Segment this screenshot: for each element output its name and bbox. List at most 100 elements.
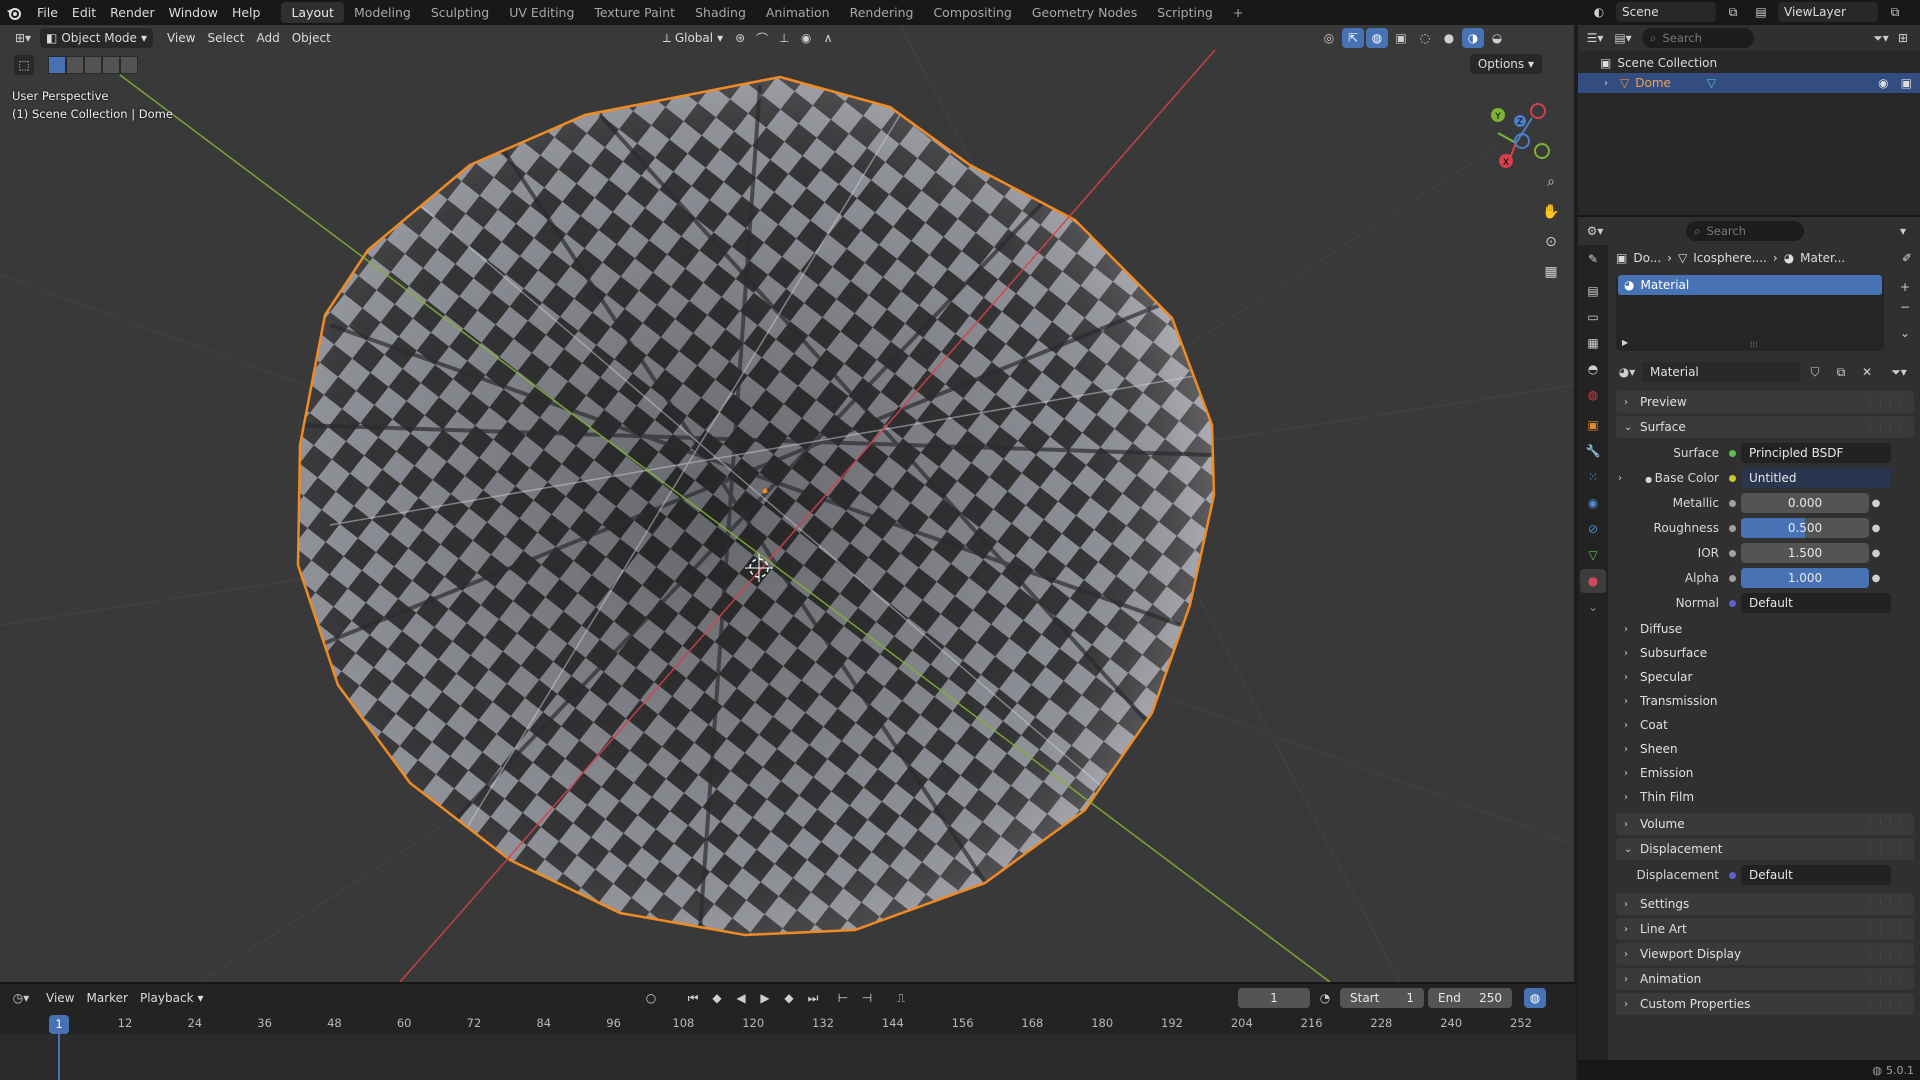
scene-tab-icon[interactable]: ◓ <box>1580 357 1606 381</box>
menu-object[interactable]: Object <box>286 28 337 48</box>
timeline-menu-playback[interactable]: Playback ▾ <box>134 988 210 1008</box>
world-tab-icon[interactable]: ◍ <box>1580 383 1606 407</box>
tab-scripting[interactable]: Scripting <box>1147 2 1223 23</box>
menu-render[interactable]: Render <box>103 0 162 25</box>
display-mode-icon[interactable]: ▤▾ <box>1612 28 1634 48</box>
new-view-layer-icon[interactable]: ⧉ <box>1884 2 1906 22</box>
base-color-field[interactable]: Untitled <box>1741 468 1891 488</box>
keyframe-dot-icon[interactable]: ● <box>1869 548 1883 559</box>
constraints-tab-icon[interactable]: ⊘ <box>1580 517 1606 541</box>
panel-surface[interactable]: ⌄ Surface ⋮⋮⋮⋮ <box>1616 416 1914 438</box>
tab-animation[interactable]: Animation <box>756 2 840 23</box>
timeline-editor[interactable]: ◷▾ View Marker Playback ▾ ○ ⏮ ◆ ◀ ▶ ◆ ⏭ ⊢… <box>0 982 1576 1080</box>
menu-help[interactable]: Help <box>225 0 268 25</box>
metallic-slider[interactable]: 0.000 <box>1741 493 1869 513</box>
clock-icon[interactable]: ◔ <box>1314 988 1336 1008</box>
keying-set-icon[interactable]: ⊣ <box>856 988 878 1008</box>
panel-animation[interactable]: › Animation ⋮⋮⋮⋮ <box>1616 968 1914 990</box>
select-subtract-icon[interactable] <box>84 56 102 74</box>
keying-icon[interactable]: ⊢ <box>832 988 854 1008</box>
proportional-edit-icon[interactable]: ◉ <box>795 28 817 48</box>
subpanel-diffuse[interactable]: › Diffuse <box>1620 619 1914 639</box>
falloff-icon[interactable]: ∧ <box>817 28 839 48</box>
panel-line-art[interactable]: › Line Art ⋮⋮⋮⋮ <box>1616 918 1914 940</box>
eye-icon[interactable]: ◉ <box>1878 76 1888 90</box>
surface-shader-field[interactable]: Principled BSDF <box>1741 443 1891 463</box>
keyframe-dot-icon[interactable]: ● <box>1869 573 1883 584</box>
expand-triangle-icon[interactable]: ▶ <box>1622 338 1628 347</box>
new-collection-icon[interactable]: ⊞ <box>1892 28 1914 48</box>
snap-icon[interactable]: ⌒ <box>751 28 773 48</box>
timeline-view-icon[interactable]: ◍ <box>1524 988 1546 1008</box>
panel-custom-properties[interactable]: › Custom Properties ⋮⋮⋮⋮ <box>1616 993 1914 1015</box>
subpanel-subsurface[interactable]: › Subsurface <box>1620 643 1914 663</box>
material-shading-icon[interactable]: ◑ <box>1462 28 1484 48</box>
modifier-tab-icon[interactable]: 🔧 <box>1580 439 1606 463</box>
timeline-editor-type-icon[interactable]: ◷▾ <box>10 988 32 1008</box>
viewport-scene[interactable] <box>0 25 1576 982</box>
next-keyframe-icon[interactable]: ◆ <box>778 988 800 1008</box>
start-frame-field[interactable]: Start 1 <box>1340 988 1424 1008</box>
tab-uv-editing[interactable]: UV Editing <box>499 2 584 23</box>
outliner-row-dome[interactable]: › ▽ Dome ▽ ◉ ▣ <box>1578 73 1920 93</box>
tab-layout[interactable]: Layout <box>281 2 344 23</box>
scene-selector[interactable]: Scene <box>1616 2 1716 22</box>
browse-material-icon[interactable]: ◕▾ <box>1616 362 1638 382</box>
subpanel-sheen[interactable]: › Sheen <box>1620 739 1914 759</box>
material-filter-icon[interactable]: ⏷▾ <box>1888 362 1910 382</box>
panel-viewport-display[interactable]: › Viewport Display ⋮⋮⋮⋮ <box>1616 943 1914 965</box>
tool-tab-icon[interactable]: ✎ <box>1580 247 1606 271</box>
mesh-data-tab-icon[interactable]: ▽ <box>1580 543 1606 567</box>
xray-icon[interactable]: ▣ <box>1390 28 1412 48</box>
render-tab-icon[interactable]: ▤ <box>1580 279 1606 303</box>
menu-edit[interactable]: Edit <box>65 0 103 25</box>
properties-search[interactable]: ⌕ Search <box>1686 221 1804 241</box>
3d-viewport[interactable]: ⊞▾ ◧ Object Mode ▾ View Select Add Object … <box>0 25 1576 982</box>
ior-slider[interactable]: 1.500 <box>1741 543 1869 563</box>
end-frame-field[interactable]: End 250 <box>1428 988 1512 1008</box>
tab-rendering[interactable]: Rendering <box>840 2 924 23</box>
select-extend-icon[interactable] <box>66 56 84 74</box>
chevron-right-icon[interactable]: › <box>1610 473 1630 484</box>
timeline-track-area[interactable] <box>0 1034 1576 1080</box>
mesh-data-icon[interactable]: ▽ <box>1707 76 1716 90</box>
duplicate-material-icon[interactable]: ⧉ <box>1830 362 1852 382</box>
subpanel-transmission[interactable]: › Transmission <box>1620 691 1914 711</box>
zoom-icon[interactable]: ⌕ <box>1538 169 1564 195</box>
displacement-field[interactable]: Default <box>1741 865 1891 885</box>
keyframe-dot-icon[interactable]: ● <box>1869 523 1883 534</box>
more-tabs-icon[interactable]: ⌄ <box>1580 595 1606 619</box>
particles-tab-icon[interactable]: ⁙ <box>1580 465 1606 489</box>
properties-editor-type-icon[interactable]: ⚙▾ <box>1584 221 1606 241</box>
material-slot[interactable]: ◕ Material <box>1618 275 1882 295</box>
remove-slot-icon[interactable]: − <box>1894 297 1916 317</box>
timeline-menu-marker[interactable]: Marker <box>80 988 133 1008</box>
overlay-toggle-icon[interactable]: ◍ <box>1366 28 1388 48</box>
auto-key-icon[interactable]: ⎍ <box>890 988 912 1008</box>
panel-volume[interactable]: › Volume ⋮⋮⋮⋮ <box>1616 813 1914 835</box>
solid-shading-icon[interactable]: ● <box>1438 28 1460 48</box>
menu-select[interactable]: Select <box>201 28 250 48</box>
select-tool-icon[interactable]: ⬚ <box>14 55 34 75</box>
fake-user-icon[interactable]: ⛉ <box>1804 362 1826 382</box>
panel-preview[interactable]: › Preview ⋮⋮⋮⋮ <box>1616 391 1914 413</box>
play-icon[interactable]: ▶ <box>754 988 776 1008</box>
tab-shading[interactable]: Shading <box>685 2 756 23</box>
outliner-search[interactable]: ⌕ Search <box>1642 28 1754 48</box>
navigation-gizmo[interactable]: Y Z X <box>1484 93 1554 183</box>
view-layer-selector[interactable]: ViewLayer <box>1778 2 1878 22</box>
add-slot-icon[interactable]: + <box>1894 277 1916 297</box>
outliner-row-scene-collection[interactable]: ▣ Scene Collection <box>1578 53 1920 73</box>
resize-grip-icon[interactable]: ⁞⁞⁞ <box>1750 340 1758 349</box>
gizmo-toggle-icon[interactable]: ⇱ <box>1342 28 1364 48</box>
tab-compositing[interactable]: Compositing <box>923 2 1021 23</box>
keyframe-dot-icon[interactable]: ● <box>1869 498 1883 509</box>
new-scene-icon[interactable]: ⧉ <box>1722 2 1744 22</box>
editor-type-icon[interactable]: ⊞▾ <box>12 28 34 48</box>
camera-render-icon[interactable]: ▣ <box>1901 76 1912 90</box>
unlink-material-icon[interactable]: ✕ <box>1856 362 1878 382</box>
output-tab-icon[interactable]: ▭ <box>1580 305 1606 329</box>
tab-sculpting[interactable]: Sculpting <box>421 2 499 23</box>
rendered-shading-icon[interactable]: ◒ <box>1486 28 1508 48</box>
jump-end-icon[interactable]: ⏭ <box>802 988 824 1008</box>
